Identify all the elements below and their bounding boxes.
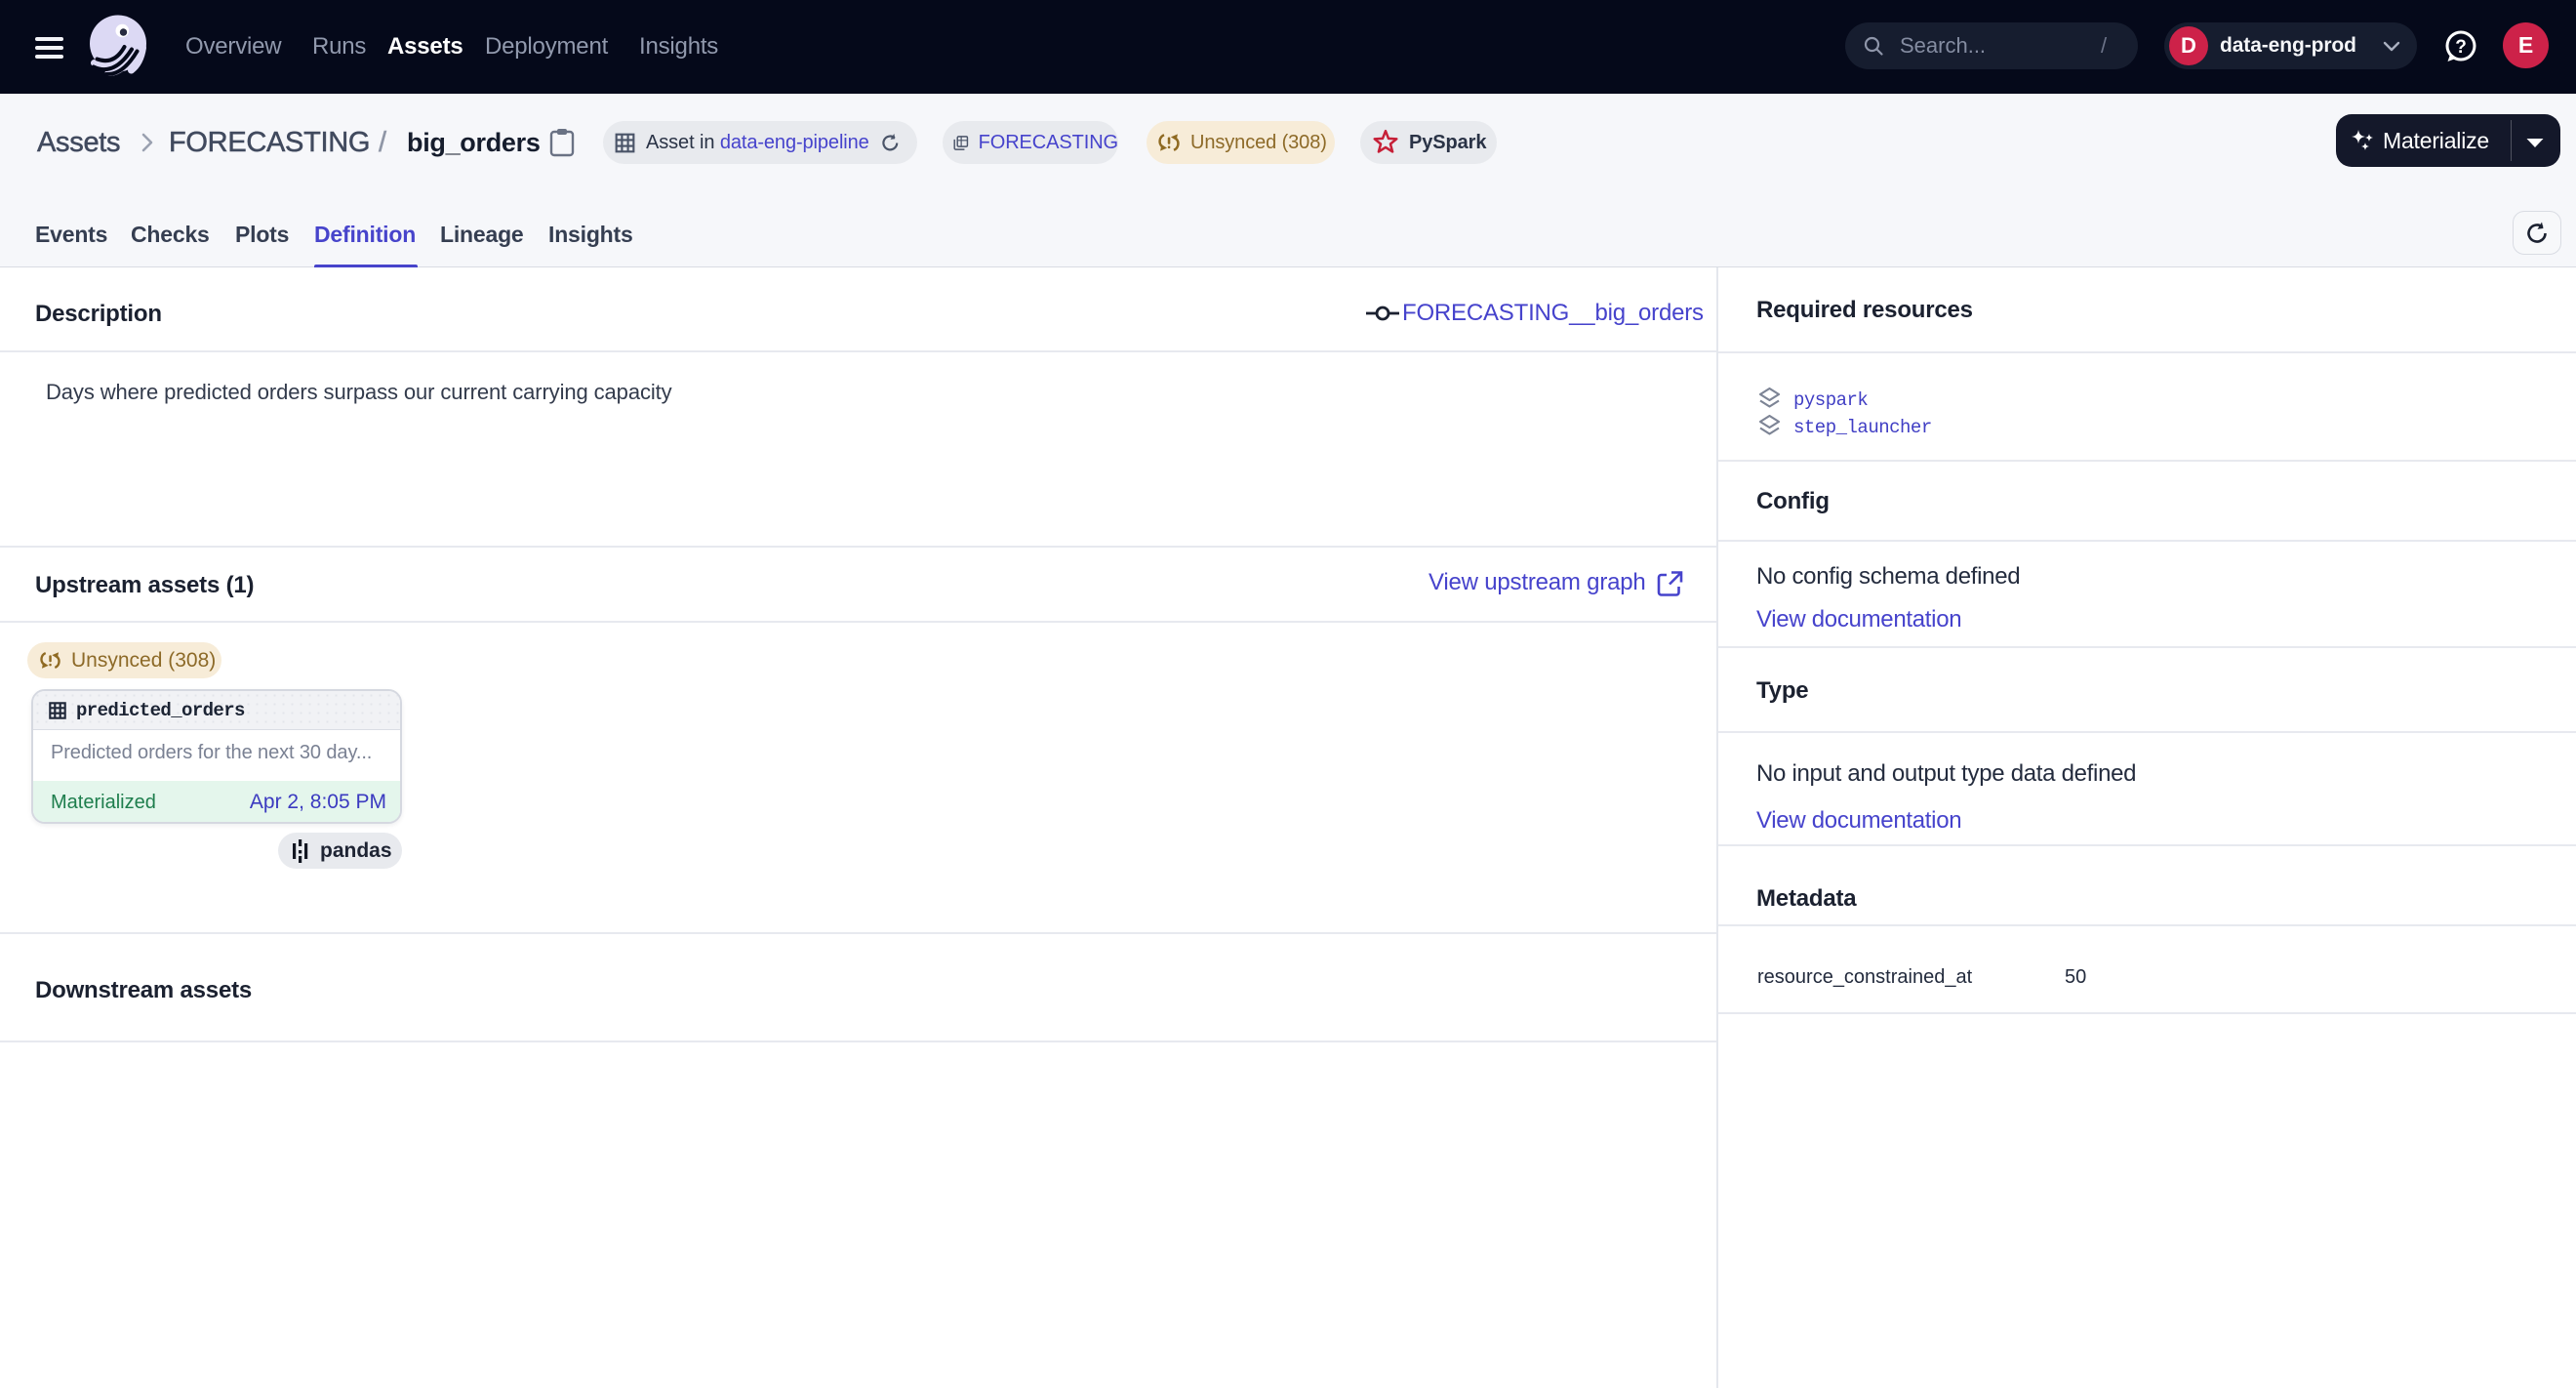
svg-text:?: ?	[2455, 37, 2467, 58]
